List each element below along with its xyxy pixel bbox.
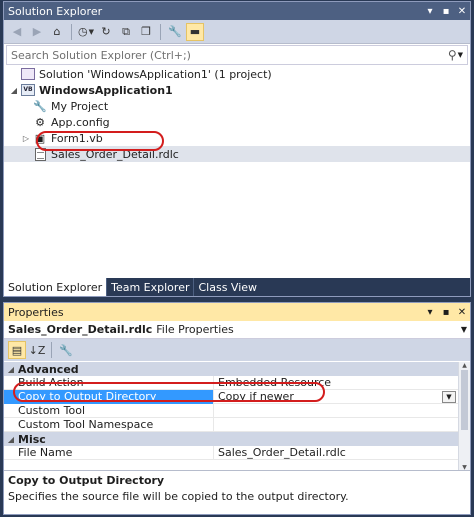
toolbar-separator: [160, 23, 161, 40]
tab-team-explorer[interactable]: Team Explorer: [106, 278, 193, 296]
property-row-file-name[interactable]: File Name Sales_Order_Detail.rdlc: [4, 445, 458, 460]
refresh-icon[interactable]: ↻: [97, 23, 115, 41]
scroll-thumb[interactable]: [461, 370, 468, 430]
solution-explorer-title: Solution Explorer: [8, 4, 103, 18]
show-all-files-icon[interactable]: ❐: [137, 23, 155, 41]
solution-explorer-toolbar: ◀ ▶ ⌂ ◷ ▼ ↻ ⧉ ❐ 🔧 ▬: [4, 20, 470, 44]
property-name: Custom Tool: [4, 403, 214, 418]
tab-solution-explorer[interactable]: Solution Explorer: [4, 278, 107, 296]
collapsed-arrow-icon[interactable]: ▷: [20, 134, 32, 143]
property-grid: ◢ Advanced Build Action Embedded Resourc…: [4, 362, 458, 460]
property-row-copy-to-output[interactable]: Copy to Output Directory Copy if newer ▼: [4, 389, 458, 404]
property-pages-wrench-icon[interactable]: 🔧: [57, 341, 75, 359]
pin-icon[interactable]: ▪: [438, 307, 454, 318]
search-icon[interactable]: ⚲: [448, 48, 457, 62]
tree-node-my-project[interactable]: 🔧 My Project: [4, 98, 470, 114]
chevron-down-icon[interactable]: ▼: [458, 325, 470, 334]
toolbar-separator: [71, 23, 72, 40]
property-name: File Name: [4, 445, 214, 460]
category-advanced[interactable]: ◢ Advanced: [4, 362, 458, 376]
tree-node-solution[interactable]: Solution 'WindowsApplication1' (1 projec…: [4, 66, 470, 82]
expand-arrow-icon[interactable]: ◢: [8, 86, 20, 95]
close-icon[interactable]: ✕: [454, 6, 470, 17]
property-value[interactable]: Sales_Order_Detail.rdlc: [214, 446, 458, 460]
search-input[interactable]: [11, 48, 448, 62]
description-text: Specifies the source file will be copied…: [8, 490, 349, 503]
home-icon[interactable]: ⌂: [48, 23, 66, 41]
back-icon[interactable]: ◀: [8, 23, 26, 41]
collapse-arrow-icon[interactable]: ◢: [4, 365, 18, 374]
my-project-label: My Project: [51, 99, 109, 113]
object-type: File Properties: [156, 323, 234, 336]
vb-project-icon: VB: [20, 83, 36, 97]
solution-explorer-titlebar: Solution Explorer ▾ ▪ ✕: [4, 2, 470, 20]
rdlc-label: Sales_Order_Detail.rdlc: [51, 147, 179, 161]
pin-icon[interactable]: ▪: [438, 6, 454, 17]
property-name: Build Action: [4, 375, 214, 390]
object-name: Sales_Order_Detail.rdlc: [8, 323, 153, 336]
properties-titlebar: Properties ▾ ▪ ✕: [4, 303, 470, 321]
form-icon: ▣: [34, 131, 46, 145]
properties-toolbar: ▤ ↓Z 🔧: [4, 339, 470, 361]
forward-icon[interactable]: ▶: [28, 23, 46, 41]
solution-icon: [20, 67, 36, 81]
object-selector[interactable]: Sales_Order_Detail.rdlc File Properties …: [4, 321, 470, 339]
app-config-label: App.config: [51, 115, 110, 129]
report-file-icon: [32, 147, 48, 161]
property-row-custom-tool-namespace[interactable]: Custom Tool Namespace: [4, 417, 458, 432]
window-position-dropdown-icon[interactable]: ▾: [422, 6, 438, 17]
preview-selected-icon[interactable]: ▬: [186, 22, 204, 41]
explorer-tabs: Solution Explorer Team Explorer Class Vi…: [4, 278, 470, 296]
properties-pane: Properties ▾ ▪ ✕ Sales_Order_Detail.rdlc…: [3, 302, 471, 515]
category-advanced-label: Advanced: [18, 362, 79, 376]
solution-explorer-pane: Solution Explorer ▾ ▪ ✕ ◀ ▶ ⌂ ◷ ▼ ↻ ⧉ ❐ 🔧…: [3, 1, 471, 297]
tree-node-form1[interactable]: ▷ ▣ Form1.vb: [4, 130, 470, 146]
property-value[interactable]: [214, 418, 458, 432]
properties-title: Properties: [8, 305, 64, 319]
solution-label: Solution 'WindowsApplication1' (1 projec…: [39, 67, 272, 81]
search-options-dropdown-icon[interactable]: ▼: [458, 51, 463, 59]
search-box[interactable]: ⚲ ▼: [6, 45, 468, 65]
close-icon[interactable]: ✕: [454, 307, 470, 318]
value-dropdown-button[interactable]: ▼: [442, 390, 456, 403]
pending-changes-icon[interactable]: ◷ ▼: [77, 23, 95, 41]
property-value[interactable]: [214, 404, 458, 418]
window-position-dropdown-icon[interactable]: ▾: [422, 307, 438, 318]
properties-wrench-icon[interactable]: 🔧: [166, 23, 184, 41]
property-grid-scrollbar[interactable]: ▲ ▼: [458, 362, 470, 472]
property-row-build-action[interactable]: Build Action Embedded Resource: [4, 375, 458, 390]
tab-class-view[interactable]: Class View: [193, 278, 261, 296]
solution-tree: Solution 'WindowsApplication1' (1 projec…: [4, 66, 470, 162]
tree-node-app-config[interactable]: ⚙ App.config: [4, 114, 470, 130]
category-misc-label: Misc: [18, 432, 46, 446]
category-misc[interactable]: ◢ Misc: [4, 432, 458, 446]
property-name: Custom Tool Namespace: [4, 417, 214, 432]
property-value[interactable]: Copy if newer: [214, 390, 442, 404]
form1-label: Form1.vb: [51, 131, 103, 145]
wrench-icon: 🔧: [33, 99, 47, 113]
tree-node-rdlc[interactable]: Sales_Order_Detail.rdlc: [4, 146, 470, 162]
property-value[interactable]: Embedded Resource: [214, 376, 458, 390]
description-title: Copy to Output Directory: [8, 474, 165, 487]
scroll-up-icon[interactable]: ▲: [459, 362, 470, 370]
property-name: Copy to Output Directory: [4, 389, 214, 404]
collapse-all-icon[interactable]: ⧉: [117, 23, 135, 41]
project-label: WindowsApplication1: [39, 83, 173, 97]
tree-node-project[interactable]: ◢ VB WindowsApplication1: [4, 82, 470, 98]
description-panel: Copy to Output Directory Specifies the s…: [4, 470, 470, 514]
categorized-icon[interactable]: ▤: [8, 341, 26, 359]
toolbar-separator: [51, 342, 52, 358]
config-file-icon: ⚙: [35, 115, 45, 129]
property-row-custom-tool[interactable]: Custom Tool: [4, 403, 458, 418]
collapse-arrow-icon[interactable]: ◢: [4, 435, 18, 444]
alphabetical-icon[interactable]: ↓Z: [28, 341, 46, 359]
